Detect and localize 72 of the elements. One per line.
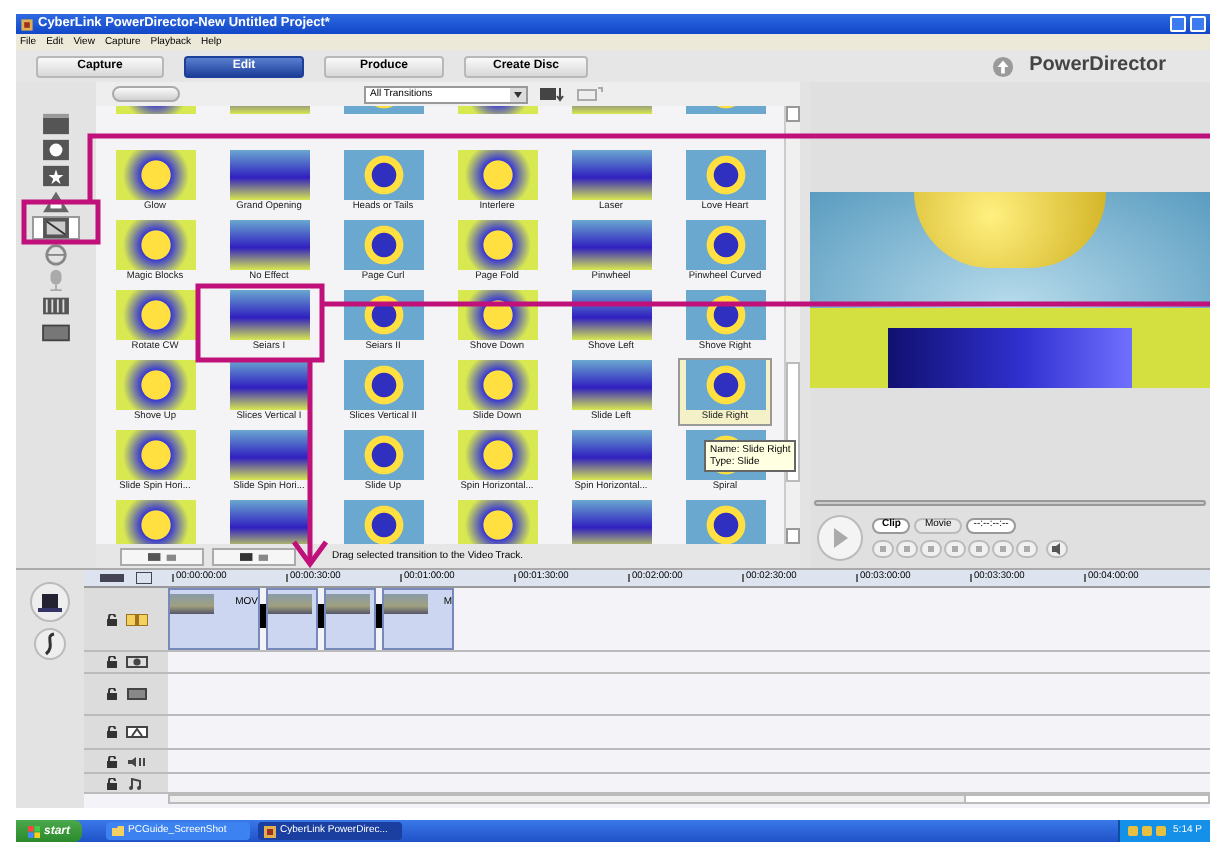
transition-thumbnail [115, 500, 195, 544]
sun-icon [40, 138, 72, 162]
upgrade-icon[interactable] [991, 55, 1014, 77]
lock-icon[interactable] [105, 777, 117, 789]
transition-thumbnail [115, 290, 195, 340]
minimize-button[interactable] [1170, 16, 1186, 32]
video-clip[interactable] [324, 588, 376, 650]
transition-thumbnail [571, 360, 651, 410]
globe-icon [40, 242, 72, 266]
brand-name: PowerDirector [1029, 56, 1166, 76]
voice-track-icon [125, 755, 147, 767]
transition-thumbnail [229, 220, 309, 270]
pip-track-icon [125, 688, 147, 700]
clip-thumbnail [326, 593, 370, 613]
sidebar-film-button[interactable] [32, 216, 80, 240]
rectangle-icon [40, 320, 72, 344]
title-track-icon [125, 726, 147, 738]
transition-thumbnail [343, 500, 423, 544]
transition-thumbnail [115, 150, 195, 200]
transition-thumbnail [115, 220, 195, 270]
transition-thumbnail [229, 360, 309, 410]
transition-thumbnail [571, 220, 651, 270]
transition-thumbnail [571, 150, 651, 200]
video-clip[interactable] [266, 588, 318, 650]
app-icon [20, 17, 34, 31]
transition-thumbnail [229, 500, 309, 544]
storyboard-icon[interactable] [100, 572, 124, 584]
transition-thumbnail [685, 360, 765, 410]
transition-thumbnail [685, 150, 765, 200]
transition-thumbnail [343, 360, 423, 410]
lock-icon[interactable] [105, 726, 117, 738]
app-icon [264, 825, 277, 837]
folder-icon [112, 826, 125, 836]
filmstrip-icon [40, 294, 72, 318]
transition-thumbnail [571, 430, 651, 480]
transition-thumbnail [571, 500, 651, 544]
windows-logo-icon [28, 825, 40, 837]
transition-thumbnail [457, 150, 537, 200]
transition-thumbnail [115, 430, 195, 480]
timeline-icon[interactable] [136, 572, 152, 584]
transition-thumbnail [343, 430, 423, 480]
caret-icon [510, 87, 526, 101]
triangle-icon [40, 190, 72, 214]
film-icon [40, 216, 72, 240]
transition-thumbnail [343, 220, 423, 270]
transition-thumbnail [229, 150, 309, 200]
transition-thumbnail [685, 500, 765, 544]
lock-icon[interactable] [105, 656, 117, 668]
wand-button[interactable] [34, 628, 66, 660]
video-track-icon [125, 613, 147, 625]
import-icon[interactable] [540, 86, 564, 102]
lock-icon[interactable] [105, 688, 117, 700]
clip-thumbnail [268, 593, 312, 613]
volume-button[interactable] [1046, 539, 1068, 557]
transition-thumbnail [229, 290, 309, 340]
clip-thumbnail [384, 593, 428, 613]
transition-thumbnail [457, 430, 537, 480]
clip-thumbnail [170, 593, 214, 613]
horizontal-scrollbar[interactable] [168, 794, 1210, 804]
magic-hat-button[interactable] [30, 582, 70, 622]
transition-thumbnail [457, 220, 537, 270]
transition-thumbnail [343, 150, 423, 200]
transition-thumbnail [115, 360, 195, 410]
clapper-icon [40, 112, 72, 136]
transition-thumbnail [457, 360, 537, 410]
lock-icon[interactable] [105, 613, 117, 625]
lock-icon[interactable] [105, 755, 117, 767]
maximize-button[interactable] [1190, 16, 1206, 32]
apply-all-button[interactable] [212, 547, 296, 565]
transition-thumbnail [457, 500, 537, 544]
transition-thumbnail [685, 220, 765, 270]
transition-thumbnail [229, 430, 309, 480]
